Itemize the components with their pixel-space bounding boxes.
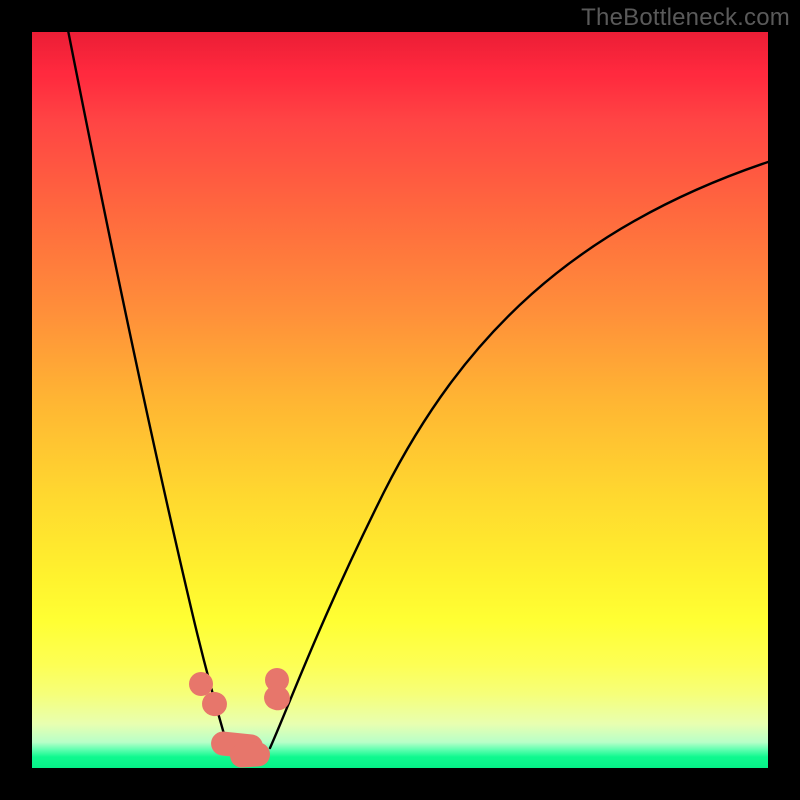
plot-area bbox=[32, 32, 768, 768]
curve-left-arm bbox=[66, 32, 228, 748]
outer-frame: TheBottleneck.com bbox=[0, 0, 800, 800]
marker-blob bbox=[229, 742, 271, 768]
watermark-text: TheBottleneck.com bbox=[581, 4, 790, 32]
curve-right-arm bbox=[270, 162, 768, 748]
bottleneck-curve bbox=[32, 32, 768, 768]
